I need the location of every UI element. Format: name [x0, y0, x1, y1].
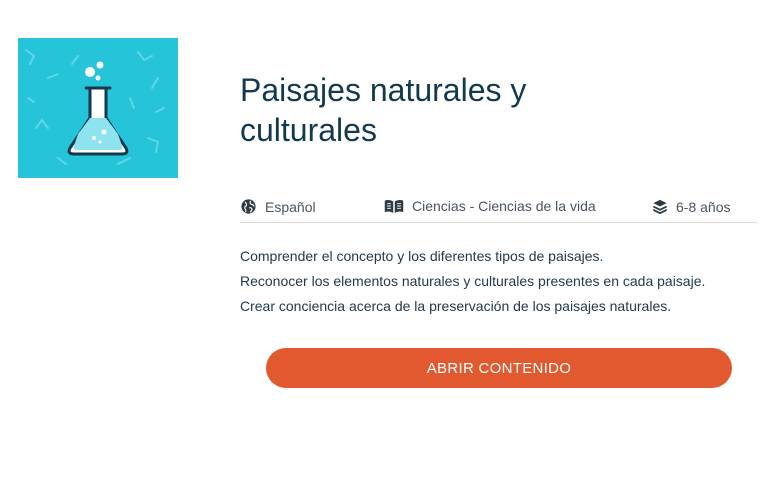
language-info: Español: [240, 198, 316, 215]
layers-icon: [652, 199, 668, 215]
subject-info: Ciencias - Ciencias de la vida: [384, 198, 596, 214]
age-label: 6-8 años: [676, 198, 731, 215]
objective-item: Reconocer los elementos naturales y cult…: [240, 273, 706, 289]
metadata-bar: Español Ciencias - Ciencias de la vida 6…: [240, 194, 758, 223]
objectives-list: Comprender el concepto y los diferentes …: [240, 244, 760, 319]
globe-icon: [241, 199, 256, 214]
book-icon: [384, 200, 404, 213]
open-content-button[interactable]: ABRIR CONTENIDO: [266, 348, 732, 388]
language-label: Español: [265, 198, 316, 215]
objective-item: Comprender el concepto y los diferentes …: [240, 248, 604, 264]
page-title: Paisajes naturales y culturales: [240, 72, 527, 148]
flask-icon: [25, 49, 165, 165]
age-info: 6-8 años: [652, 198, 730, 215]
subject-label: Ciencias - Ciencias de la vida: [412, 198, 596, 214]
content-thumbnail: [18, 38, 178, 178]
objective-item: Crear conciencia acerca de la preservaci…: [240, 298, 672, 314]
